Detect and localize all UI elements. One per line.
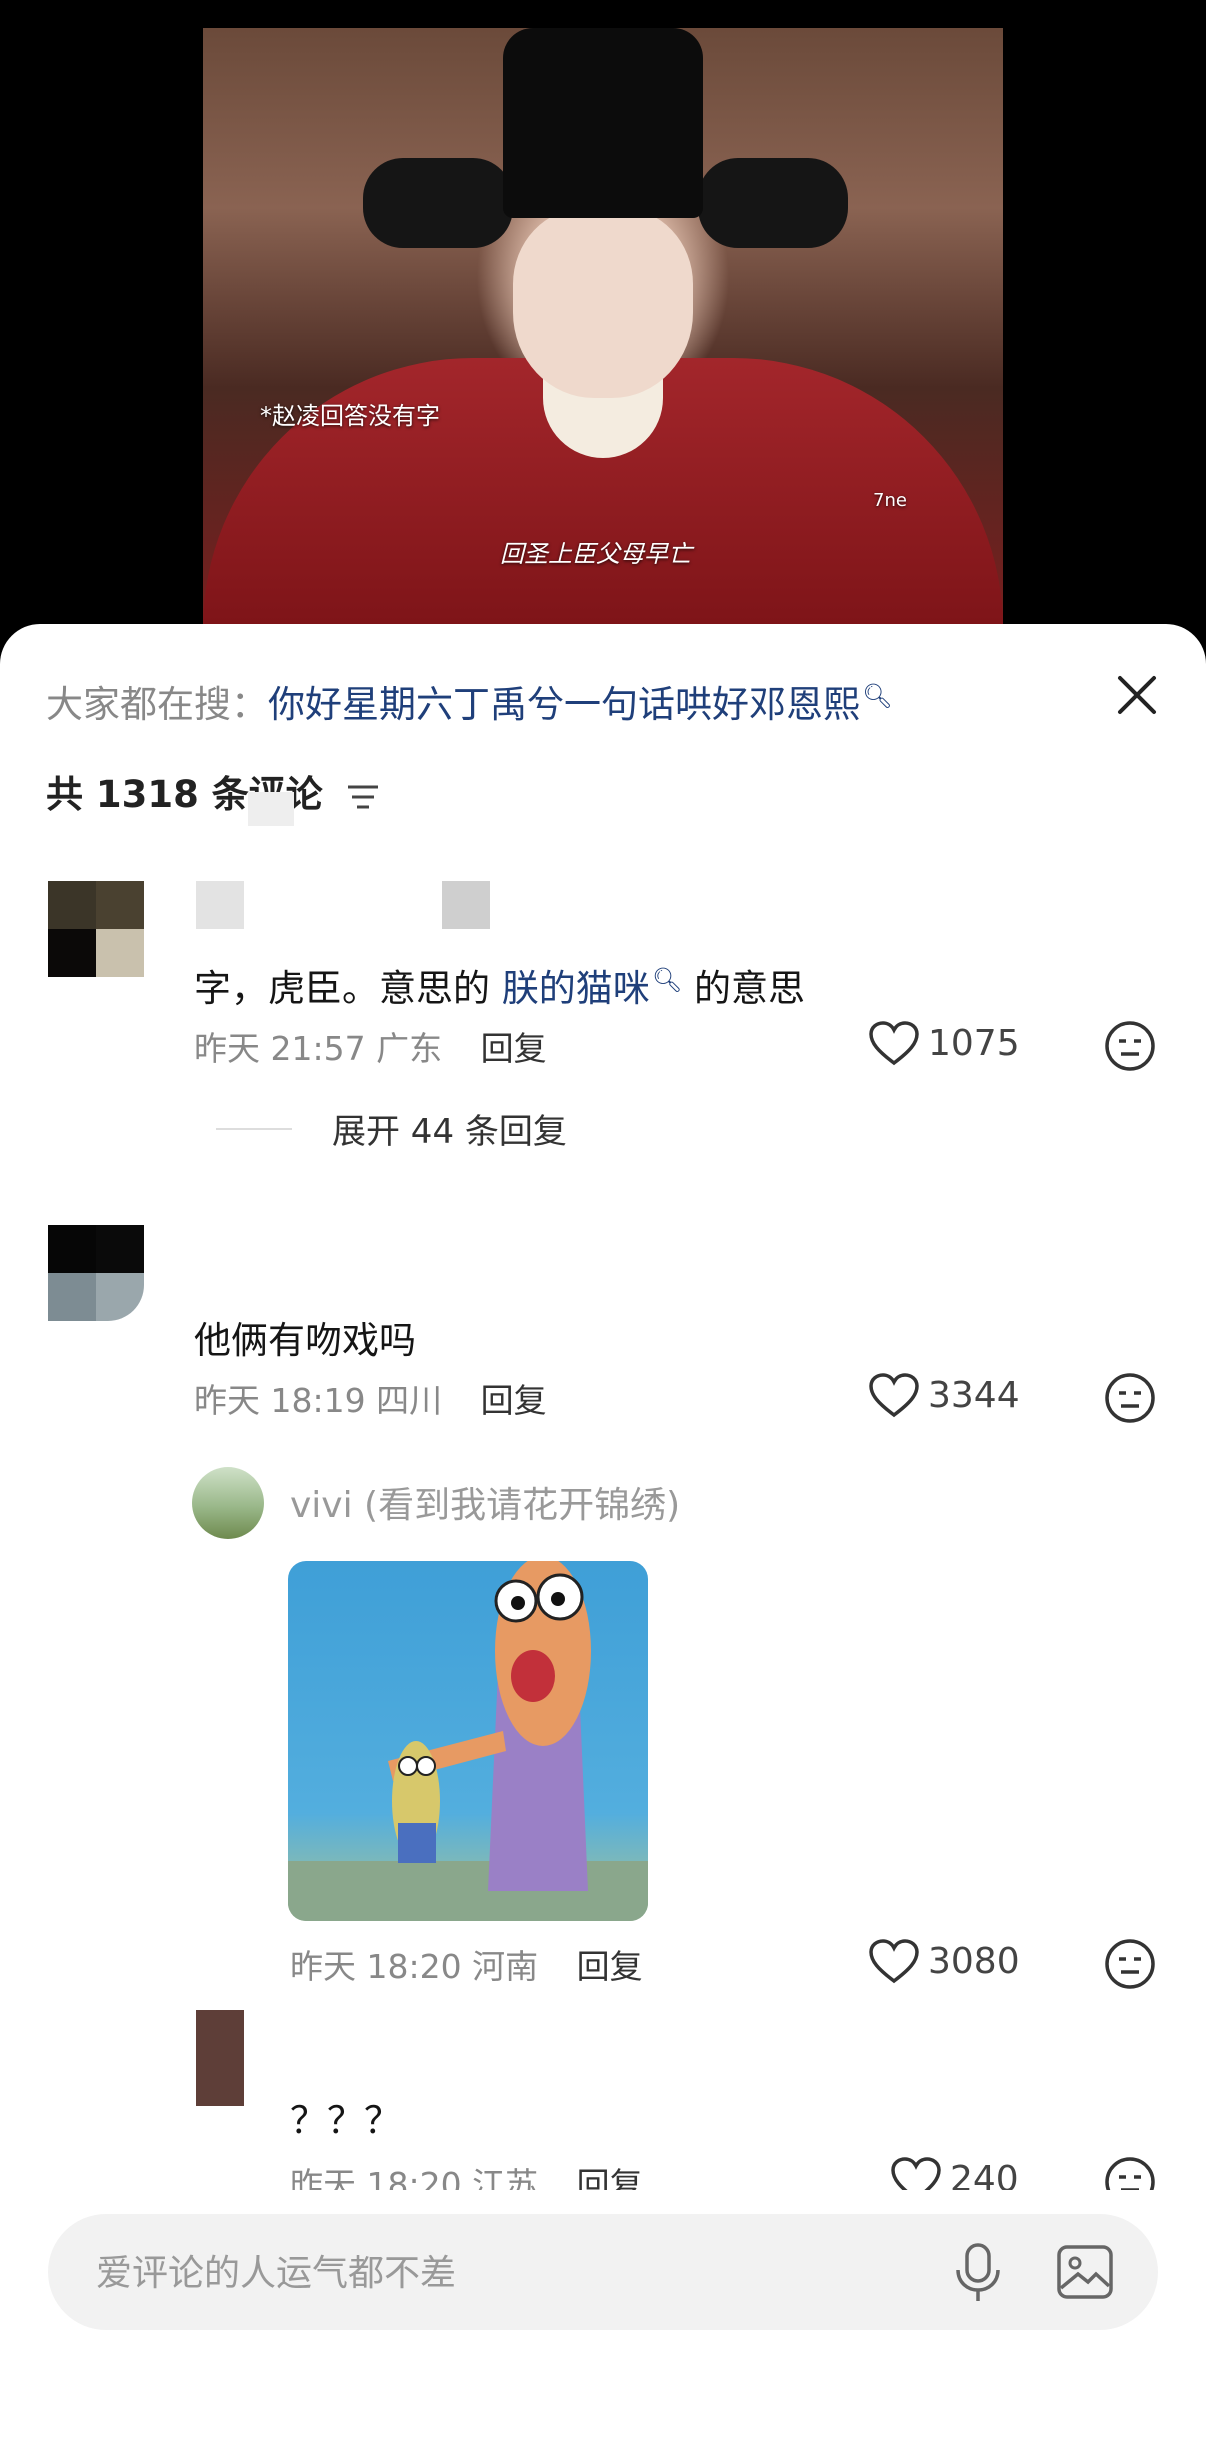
expand-replies-label: 展开 44 条回复	[332, 1112, 567, 1152]
comment-time: 昨天 21:57	[194, 1029, 366, 1068]
video-caption: *赵凌回答没有字	[260, 402, 440, 430]
cartoon-fish-sticker	[288, 1561, 648, 1921]
like-count: 1075	[928, 1022, 1020, 1064]
video-figure-face	[513, 208, 693, 398]
expand-replies[interactable]: 展开 44 条回复	[216, 1104, 567, 1153]
reply-meta: 昨天 18:20 河南 回复	[290, 1940, 643, 1988]
reply-avatar[interactable]	[192, 1467, 264, 1539]
comment-text: 字，虎臣。意思的 朕的猫咪🔍︎ 的意思	[194, 958, 805, 1012]
video-player[interactable]: *赵凌回答没有字 回圣上臣父母早亡 7ne	[0, 0, 1206, 660]
comment-count: 共 1318 条评论	[46, 764, 380, 818]
reply-text: ？？？	[290, 2099, 401, 2142]
video-hat-wing-right	[698, 158, 848, 248]
avatar[interactable]	[48, 881, 144, 977]
comment-text-suffix: 的意思	[694, 967, 805, 1010]
avatar[interactable]	[48, 1225, 144, 1321]
heart-icon	[869, 1021, 919, 1066]
search-term-link[interactable]: 你好星期六丁禹兮一句话哄好邓恩熙	[268, 683, 860, 726]
heart-icon	[869, 1373, 919, 1418]
divider	[216, 1127, 292, 1130]
comment-meta: 昨天 18:19 四川 回复	[194, 1374, 547, 1422]
reply-username[interactable]: vivi (看到我请花开锦绣)	[290, 1476, 680, 1528]
video-frame[interactable]: *赵凌回答没有字 回圣上臣父母早亡 7ne	[203, 28, 1003, 628]
like-count: 3344	[928, 1374, 1020, 1416]
comment-sheet: 大家都在搜：你好星期六丁禹兮一句话哄好邓恩熙🔍︎ 共 1318 条评论 字，虎臣…	[0, 624, 1206, 2459]
reply-avatar[interactable]	[196, 2010, 244, 2106]
reply-button[interactable]: 回复	[481, 1029, 547, 1068]
heart-icon	[869, 1939, 919, 1984]
reply-time: 昨天 18:20	[290, 1947, 462, 1986]
comment-search-link-label: 朕的猫咪	[501, 967, 650, 1010]
search-prefix: 大家都在搜：	[46, 683, 268, 726]
neutral-face-icon[interactable]	[1104, 1938, 1156, 1990]
reply-button[interactable]: 回复	[577, 1947, 643, 1986]
reply-location: 河南	[472, 1947, 539, 1986]
sort-filter-icon[interactable]	[346, 782, 380, 812]
comment-input-bar[interactable]	[48, 2214, 1158, 2332]
image-icon[interactable]	[1056, 2244, 1114, 2300]
username-pixelated[interactable]	[196, 881, 244, 929]
comment-text-prefix: 字，虎臣。意思的	[194, 967, 490, 1010]
like-button[interactable]: 3080	[868, 1938, 1020, 1984]
comment-input[interactable]	[94, 2214, 918, 2332]
neutral-face-icon[interactable]	[1104, 1020, 1156, 1072]
neutral-face-icon[interactable]	[1104, 1372, 1156, 1424]
search-magnifier-icon: 🔍︎	[651, 965, 683, 994]
close-icon[interactable]	[1114, 672, 1160, 718]
search-magnifier-icon: 🔍︎	[862, 681, 893, 710]
search-suggestion[interactable]: 大家都在搜：你好星期六丁禹兮一句话哄好邓恩熙🔍︎	[46, 674, 892, 728]
comment-time: 昨天 18:19	[194, 1381, 366, 1420]
video-watermark: 7ne	[873, 490, 907, 511]
comment-meta: 昨天 21:57 广东 回复	[194, 1022, 547, 1070]
video-subtitle: 回圣上臣父母早亡	[500, 540, 692, 568]
comment-location: 四川	[376, 1381, 443, 1420]
reply-button[interactable]: 回复	[481, 1381, 547, 1420]
microphone-icon[interactable]	[953, 2242, 1003, 2304]
reply-sticker-image[interactable]	[288, 1561, 648, 1921]
video-hat-wing-left	[363, 158, 513, 248]
username-pixelated[interactable]	[442, 881, 490, 929]
like-button[interactable]: 3344	[868, 1372, 1020, 1418]
comment-search-link[interactable]: 朕的猫咪🔍︎	[501, 965, 683, 1010]
comment-location: 广东	[376, 1029, 443, 1068]
like-count: 3080	[928, 1940, 1020, 1982]
comment-text: 他俩有吻戏吗	[194, 1319, 416, 1362]
like-button[interactable]: 1075	[868, 1020, 1020, 1066]
pixelated-mark	[248, 792, 294, 826]
video-hat	[503, 28, 703, 218]
